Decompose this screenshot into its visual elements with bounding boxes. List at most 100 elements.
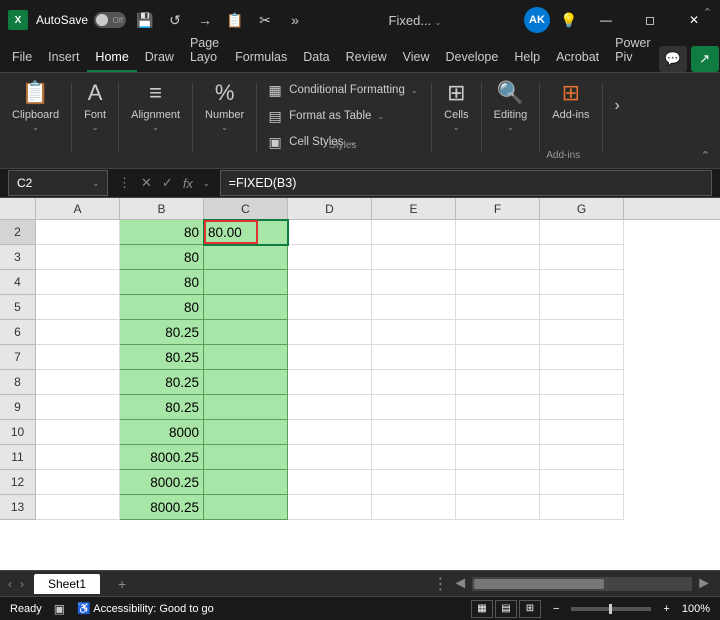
format-as-table-button[interactable]: ▤ Format as Table ⌄	[267, 105, 421, 127]
cell-G2[interactable]	[540, 220, 624, 245]
cell-E11[interactable]	[372, 445, 456, 470]
tab-review[interactable]: Review	[338, 44, 395, 72]
zoom-level[interactable]: 100%	[682, 603, 710, 615]
collapse-ribbon-icon[interactable]: ⌃	[701, 149, 710, 162]
formula-menu-icon[interactable]: ⋮	[114, 175, 135, 191]
conditional-formatting-button[interactable]: ▦ Conditional Formatting ⌄	[267, 79, 421, 101]
redo-icon[interactable]: →	[194, 9, 216, 31]
cell-F7[interactable]	[456, 345, 540, 370]
row-header-2[interactable]: 2	[0, 220, 36, 245]
cell-E8[interactable]	[372, 370, 456, 395]
name-box[interactable]: C2⌄	[8, 170, 108, 196]
tab-pagelayo[interactable]: Page Layo	[182, 30, 227, 72]
cell-A7[interactable]	[36, 345, 120, 370]
scroll-left-button[interactable]: ◄	[452, 575, 468, 593]
cell-C6[interactable]	[204, 320, 288, 345]
formula-bar[interactable]: =FIXED(B3) ⌃	[220, 170, 712, 196]
col-header-G[interactable]: G	[540, 198, 624, 219]
cell-F9[interactable]	[456, 395, 540, 420]
cell-E3[interactable]	[372, 245, 456, 270]
cell-A2[interactable]	[36, 220, 120, 245]
account-avatar[interactable]: AK	[524, 7, 550, 33]
cell-A13[interactable]	[36, 495, 120, 520]
macro-icon[interactable]: ▣	[54, 602, 65, 616]
row-header-13[interactable]: 13	[0, 495, 36, 520]
cells-button[interactable]: ⊞ Cells ⌄	[444, 79, 468, 132]
alignment-button[interactable]: ≡ Alignment ⌄	[131, 79, 180, 132]
editing-button[interactable]: 🔍 Editing ⌄	[494, 79, 528, 132]
cell-E4[interactable]	[372, 270, 456, 295]
tab-powerpiv[interactable]: Power Piv	[607, 30, 658, 72]
cell-B11[interactable]: 8000.25	[120, 445, 204, 470]
cell-D2[interactable]	[288, 220, 372, 245]
row-header-3[interactable]: 3	[0, 245, 36, 270]
row-header-10[interactable]: 10	[0, 420, 36, 445]
fx-icon[interactable]: fx	[179, 176, 197, 191]
cell-G12[interactable]	[540, 470, 624, 495]
cell-G9[interactable]	[540, 395, 624, 420]
cell-F2[interactable]	[456, 220, 540, 245]
cell-A8[interactable]	[36, 370, 120, 395]
cell-B8[interactable]: 80.25	[120, 370, 204, 395]
row-header-7[interactable]: 7	[0, 345, 36, 370]
cell-B7[interactable]: 80.25	[120, 345, 204, 370]
tab-help[interactable]: Help	[506, 44, 548, 72]
cell-C13[interactable]	[204, 495, 288, 520]
cell-C5[interactable]	[204, 295, 288, 320]
cell-F10[interactable]	[456, 420, 540, 445]
filename-dropdown[interactable]: Fixed... ⌄	[389, 13, 442, 28]
select-all-corner[interactable]	[0, 198, 36, 219]
cut-icon[interactable]: ✂	[254, 9, 276, 31]
cell-A11[interactable]	[36, 445, 120, 470]
cell-B13[interactable]: 8000.25	[120, 495, 204, 520]
cancel-formula-icon[interactable]: ✕	[137, 175, 156, 191]
tab-home[interactable]: Home	[87, 44, 136, 72]
cell-B10[interactable]: 8000	[120, 420, 204, 445]
cell-A4[interactable]	[36, 270, 120, 295]
save-icon[interactable]: 💾	[134, 9, 156, 31]
prev-sheet-button[interactable]: ‹	[8, 577, 12, 591]
expand-formula-icon[interactable]: ⌃	[703, 6, 712, 19]
cell-B3[interactable]: 80	[120, 245, 204, 270]
scroll-menu-icon[interactable]: ⋮	[432, 574, 448, 594]
cell-F11[interactable]	[456, 445, 540, 470]
horizontal-scrollbar[interactable]	[472, 577, 692, 591]
cell-E6[interactable]	[372, 320, 456, 345]
cell-A6[interactable]	[36, 320, 120, 345]
cell-G7[interactable]	[540, 345, 624, 370]
overflow-button[interactable]: ›	[615, 79, 620, 115]
cell-C8[interactable]	[204, 370, 288, 395]
cell-F6[interactable]	[456, 320, 540, 345]
scroll-right-button[interactable]: ►	[696, 575, 712, 593]
col-header-A[interactable]: A	[36, 198, 120, 219]
cell-G8[interactable]	[540, 370, 624, 395]
tab-view[interactable]: View	[395, 44, 438, 72]
sheet-tab-sheet1[interactable]: Sheet1	[34, 574, 100, 594]
row-header-4[interactable]: 4	[0, 270, 36, 295]
row-header-6[interactable]: 6	[0, 320, 36, 345]
cell-B12[interactable]: 8000.25	[120, 470, 204, 495]
cell-E2[interactable]	[372, 220, 456, 245]
cell-D8[interactable]	[288, 370, 372, 395]
row-header-11[interactable]: 11	[0, 445, 36, 470]
row-header-8[interactable]: 8	[0, 370, 36, 395]
paste-icon[interactable]: 📋	[224, 9, 246, 31]
cell-E13[interactable]	[372, 495, 456, 520]
tab-insert[interactable]: Insert	[40, 44, 87, 72]
clipboard-button[interactable]: 📋 Clipboard ⌄	[12, 79, 59, 132]
cell-E12[interactable]	[372, 470, 456, 495]
cell-D6[interactable]	[288, 320, 372, 345]
cell-G4[interactable]	[540, 270, 624, 295]
cell-C7[interactable]	[204, 345, 288, 370]
cell-F4[interactable]	[456, 270, 540, 295]
zoom-out-button[interactable]: −	[553, 603, 559, 615]
cell-C12[interactable]	[204, 470, 288, 495]
cell-D7[interactable]	[288, 345, 372, 370]
page-break-view-button[interactable]: ⊞	[519, 600, 541, 618]
tab-file[interactable]: File	[4, 44, 40, 72]
col-header-E[interactable]: E	[372, 198, 456, 219]
cell-G10[interactable]	[540, 420, 624, 445]
tab-draw[interactable]: Draw	[137, 44, 182, 72]
tab-develope[interactable]: Develope	[438, 44, 507, 72]
cell-B5[interactable]: 80	[120, 295, 204, 320]
